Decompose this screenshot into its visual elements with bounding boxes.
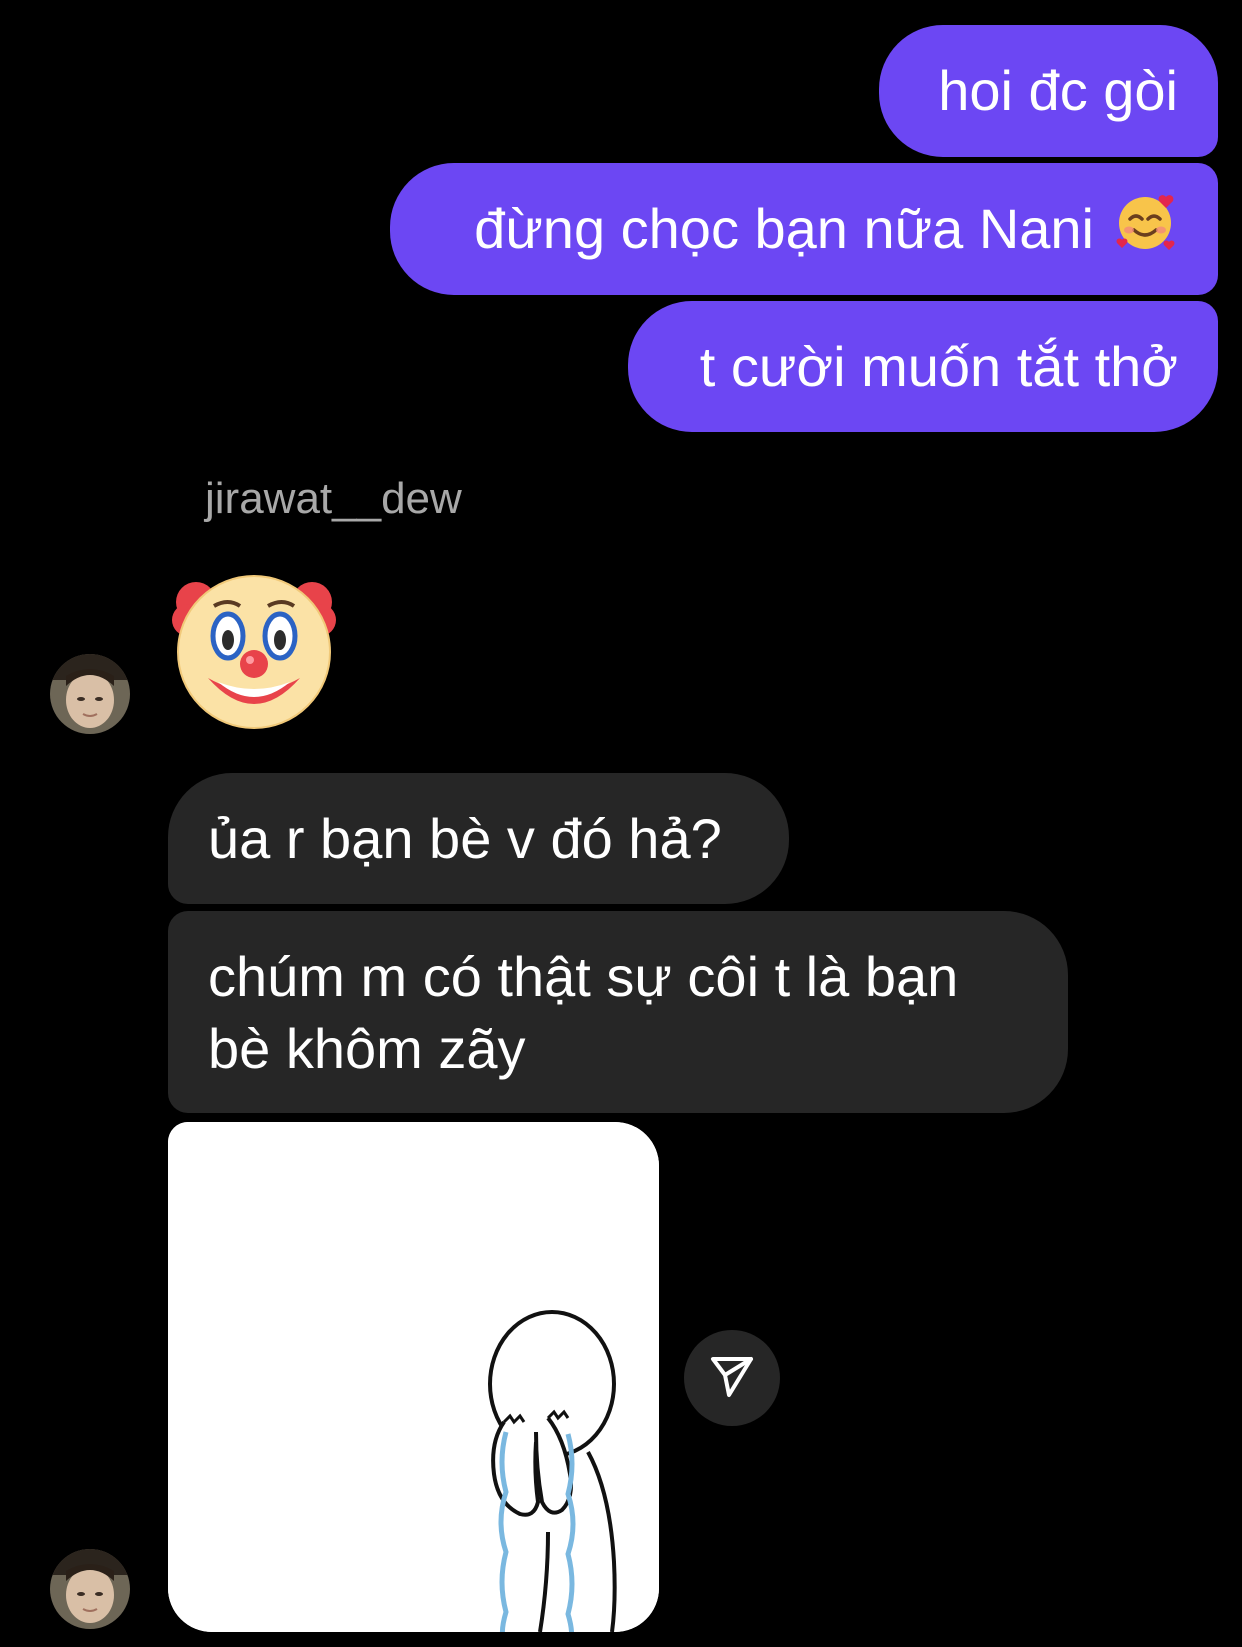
crying-stick-figure-image <box>168 1122 659 1632</box>
share-button[interactable] <box>684 1330 780 1426</box>
sender-username: jirawat__dew <box>205 474 462 523</box>
message-text: ủa r bạn bè v đó hả? <box>208 806 722 870</box>
message-text: hoi đc gòi <box>938 59 1178 122</box>
message-text: t cười muốn tắt thở <box>699 334 1178 398</box>
outgoing-message[interactable]: hoi đc gòi <box>879 25 1218 157</box>
image-message[interactable] <box>168 1122 659 1632</box>
outgoing-message[interactable]: t cười muốn tắt thở <box>628 301 1218 432</box>
incoming-message[interactable]: chúm m có thật sự côi t là bạn bè khôm z… <box>168 911 1068 1113</box>
message-text: đừng chọc bạn nữa Nani <box>474 197 1094 260</box>
smiling-face-with-hearts-icon <box>1112 188 1178 271</box>
incoming-message[interactable]: ủa r bạn bè v đó hả? <box>168 773 789 904</box>
clown-face-icon[interactable] <box>170 566 338 739</box>
avatar[interactable] <box>50 654 130 734</box>
paper-plane-icon <box>709 1353 755 1404</box>
outgoing-message[interactable]: đừng chọc bạn nữa Nani <box>390 163 1218 295</box>
message-text: chúm m có thật sự côi t là bạn bè khôm z… <box>208 945 959 1080</box>
avatar[interactable] <box>50 1549 130 1629</box>
